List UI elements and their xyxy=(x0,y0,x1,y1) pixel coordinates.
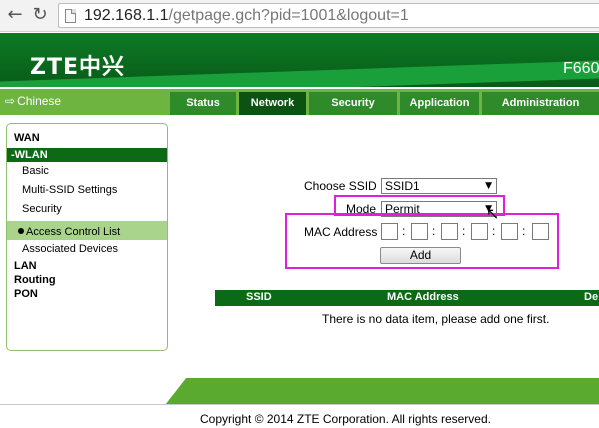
empty-table-message: There is no data item, please add one fi… xyxy=(322,312,550,326)
url-path: /getpage.gch?pid=1001&logout=1 xyxy=(168,7,409,24)
dropdown-arrow-icon: ▼ xyxy=(485,181,492,191)
column-partial: De xyxy=(584,291,599,303)
language-label: Chinese xyxy=(17,94,62,108)
acl-table-header: SSID MAC Address De xyxy=(215,290,599,306)
reload-icon[interactable]: ↻ xyxy=(29,4,51,26)
sidebar-item-multi-ssid[interactable]: Multi-SSID Settings xyxy=(22,183,167,198)
sidebar-item-routing[interactable]: Routing xyxy=(14,273,167,288)
mac-highlight-box xyxy=(285,213,559,269)
column-mac-address: MAC Address xyxy=(387,291,459,303)
ssid-select-value: SSID1 xyxy=(385,179,420,193)
sidebar-item-wan[interactable]: WAN xyxy=(14,131,167,146)
browser-toolbar: ← ↻ 192.168.1.1/getpage.gch?pid=1001&log… xyxy=(0,0,599,32)
tab-security[interactable]: Security xyxy=(309,92,397,115)
sidebar-item-wlan[interactable]: -WLAN xyxy=(7,148,167,162)
url-text: 192.168.1.1/getpage.gch?pid=1001&logout=… xyxy=(84,7,409,25)
column-ssid: SSID xyxy=(246,291,272,303)
tab-network[interactable]: Network xyxy=(239,92,306,115)
back-arrow-icon[interactable]: ← xyxy=(4,4,26,26)
tab-application[interactable]: Application xyxy=(400,92,479,115)
ssid-select[interactable]: SSID1 ▼ xyxy=(381,178,497,194)
sidebar-item-basic[interactable]: Basic xyxy=(22,164,167,179)
arrow-right-icon: ⇨ xyxy=(5,94,16,108)
zte-logo: ZTE中兴 xyxy=(30,55,125,80)
sidebar: WAN -WLAN Basic Multi-SSID Settings Secu… xyxy=(6,123,168,351)
sidebar-item-access-control-list[interactable]: Access Control List xyxy=(7,221,167,240)
sidebar-item-security[interactable]: Security xyxy=(22,202,167,217)
footer-band xyxy=(150,378,599,404)
tab-administration[interactable]: Administration xyxy=(482,92,599,115)
device-model: F660 xyxy=(563,60,599,77)
sidebar-item-associated-devices[interactable]: Associated Devices xyxy=(22,242,167,257)
copyright-text: Copyright © 2014 ZTE Corporation. All ri… xyxy=(200,412,491,426)
address-bar[interactable]: 192.168.1.1/getpage.gch?pid=1001&logout=… xyxy=(58,3,599,28)
mouse-cursor-icon: ↖ xyxy=(486,204,500,223)
language-link[interactable]: ⇨ Chinese xyxy=(5,92,168,110)
choose-ssid-label: Choose SSID xyxy=(304,179,377,193)
sidebar-item-lan[interactable]: LAN xyxy=(14,259,167,274)
sidebar-item-pon[interactable]: PON xyxy=(14,287,167,302)
sidebar-item-label: Access Control List xyxy=(26,226,121,238)
page-icon xyxy=(65,9,76,23)
router-header: ZTE中兴 F660 xyxy=(0,33,599,87)
footer-divider xyxy=(0,404,599,405)
url-host: 192.168.1.1 xyxy=(84,7,169,24)
tab-status[interactable]: Status xyxy=(170,92,236,115)
bullet-icon xyxy=(18,228,24,234)
